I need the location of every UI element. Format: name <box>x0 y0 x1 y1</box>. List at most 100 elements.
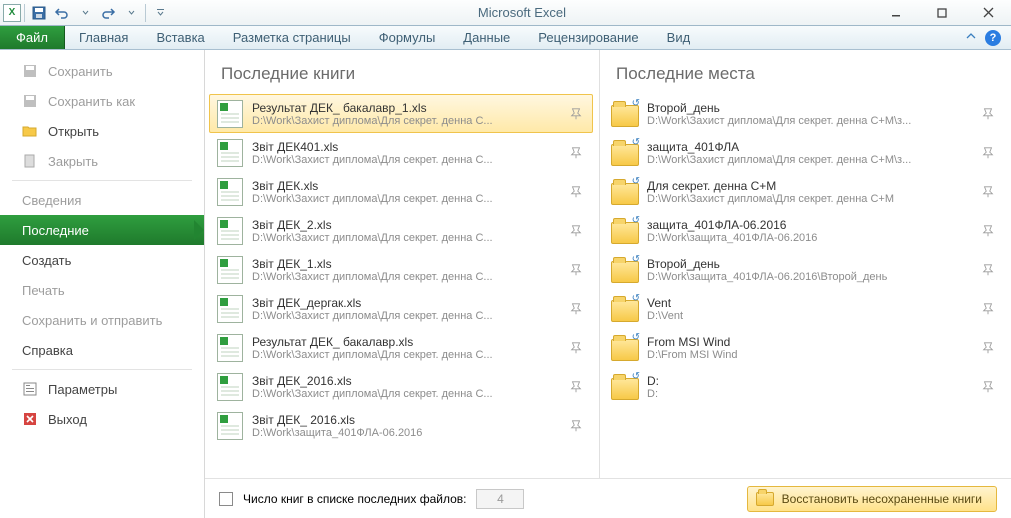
tab-file[interactable]: Файл <box>0 26 65 49</box>
maximize-button[interactable] <box>919 0 965 26</box>
pin-icon[interactable] <box>564 107 588 121</box>
pin-icon[interactable] <box>564 341 588 355</box>
ribbon-tabs: Файл Главная Вставка Разметка страницы Ф… <box>0 26 1011 50</box>
pin-icon[interactable] <box>976 185 1000 199</box>
recent-places-heading: Последние места <box>600 50 1011 94</box>
pin-icon[interactable] <box>976 107 1000 121</box>
place-name: защита_401ФЛА <box>647 140 976 154</box>
close-button[interactable] <box>965 0 1011 26</box>
file-name: Звіт ДЕК_дергак.xls <box>252 296 564 310</box>
pin-icon[interactable] <box>976 380 1000 394</box>
nav-info[interactable]: Сведения <box>0 185 204 215</box>
tab-page-layout[interactable]: Разметка страницы <box>219 26 365 49</box>
tab-formulas[interactable]: Формулы <box>365 26 450 49</box>
minimize-button[interactable] <box>873 0 919 26</box>
pin-icon[interactable] <box>564 263 588 277</box>
recent-books-list: Результат ДЕК_ бакалавр_1.xlsD:\Work\Зах… <box>205 94 599 478</box>
file-name: Звіт ДЕК.xls <box>252 179 564 193</box>
help-icon[interactable]: ? <box>985 30 1001 46</box>
place-path: D:\Work\Захист диплома\Для секрет. денна… <box>647 154 976 166</box>
redo-dropdown-icon[interactable] <box>120 2 142 24</box>
pin-icon[interactable] <box>564 380 588 394</box>
nav-label: Параметры <box>48 382 117 397</box>
recent-book-item[interactable]: Звіт ДЕК401.xlsD:\Work\Захист диплома\Дл… <box>209 133 593 172</box>
pin-icon[interactable] <box>564 302 588 316</box>
pin-icon[interactable] <box>976 146 1000 160</box>
save-as-icon <box>22 93 38 109</box>
open-folder-icon <box>22 123 38 139</box>
recent-place-item[interactable]: From MSI WindD:\From MSI Wind <box>604 328 1005 367</box>
restore-unsaved-button[interactable]: Восстановить несохраненные книги <box>747 486 997 512</box>
nav-options[interactable]: Параметры <box>0 374 204 404</box>
recent-book-item[interactable]: Результат ДЕК_ бакалавр.xlsD:\Work\Захис… <box>209 328 593 367</box>
recent-place-item[interactable]: Второй_деньD:\Work\Захист диплома\Для се… <box>604 94 1005 133</box>
recent-place-item[interactable]: VentD:\Vent <box>604 289 1005 328</box>
save-icon[interactable] <box>28 2 50 24</box>
pin-icon[interactable] <box>976 302 1000 316</box>
nav-new[interactable]: Создать <box>0 245 204 275</box>
recent-count-checkbox[interactable] <box>219 492 233 506</box>
recent-book-item[interactable]: Звіт ДЕК_1.xlsD:\Work\Захист диплома\Для… <box>209 250 593 289</box>
tab-review[interactable]: Рецензирование <box>524 26 652 49</box>
folder-icon <box>609 257 641 283</box>
save-disk-icon <box>22 63 38 79</box>
qat-customize-icon[interactable] <box>149 2 171 24</box>
nav-help[interactable]: Справка <box>0 335 204 365</box>
place-path: D: <box>647 388 976 400</box>
nav-exit[interactable]: Выход <box>0 404 204 434</box>
pin-icon[interactable] <box>976 341 1000 355</box>
folder-icon <box>609 335 641 361</box>
recent-book-item[interactable]: Звіт ДЕК.xlsD:\Work\Захист диплома\Для с… <box>209 172 593 211</box>
folder-icon <box>609 101 641 127</box>
pin-icon[interactable] <box>564 146 588 160</box>
nav-close[interactable]: Закрыть <box>0 146 204 176</box>
restore-label: Восстановить несохраненные книги <box>782 492 982 506</box>
undo-icon[interactable] <box>51 2 73 24</box>
recent-place-item[interactable]: Второй_деньD:\Work\защита_401ФЛА-06.2016… <box>604 250 1005 289</box>
tab-home[interactable]: Главная <box>65 26 142 49</box>
recent-count-label: Число книг в списке последних файлов: <box>243 492 466 506</box>
excel-logo-icon[interactable]: X <box>3 4 21 22</box>
nav-print[interactable]: Печать <box>0 275 204 305</box>
pin-icon[interactable] <box>564 224 588 238</box>
recent-book-item[interactable]: Звіт ДЕК_ 2016.xlsD:\Work\защита_401ФЛА-… <box>209 406 593 445</box>
undo-dropdown-icon[interactable] <box>74 2 96 24</box>
nav-open[interactable]: Открыть <box>0 116 204 146</box>
recent-place-item[interactable]: Для секрет. денна С+МD:\Work\Захист дипл… <box>604 172 1005 211</box>
nav-share[interactable]: Сохранить и отправить <box>0 305 204 335</box>
recent-book-item[interactable]: Звіт ДЕК_2.xlsD:\Work\Захист диплома\Для… <box>209 211 593 250</box>
nav-save-as[interactable]: Сохранить как <box>0 86 204 116</box>
place-name: Второй_день <box>647 101 976 115</box>
place-path: D:\Work\Захист диплома\Для секрет. денна… <box>647 193 976 205</box>
recent-place-item[interactable]: D:D: <box>604 367 1005 406</box>
pin-icon[interactable] <box>564 185 588 199</box>
recent-count-input[interactable]: 4 <box>476 489 524 509</box>
tab-data[interactable]: Данные <box>449 26 524 49</box>
place-path: D:\Vent <box>647 310 976 322</box>
redo-icon[interactable] <box>97 2 119 24</box>
window-controls <box>873 0 1011 26</box>
recent-place-item[interactable]: защита_401ФЛА-06.2016D:\Work\защита_401Ф… <box>604 211 1005 250</box>
ribbon-minimize-icon[interactable] <box>965 30 977 45</box>
nav-label: Открыть <box>48 124 99 139</box>
place-path: D:\Work\Захист диплома\Для секрет. денна… <box>647 115 976 127</box>
folder-icon <box>609 179 641 205</box>
nav-label: Печать <box>22 283 65 298</box>
pin-icon[interactable] <box>564 419 588 433</box>
recent-book-item[interactable]: Звіт ДЕК_дергак.xlsD:\Work\Захист диплом… <box>209 289 593 328</box>
recent-place-item[interactable]: защита_401ФЛАD:\Work\Захист диплома\Для … <box>604 133 1005 172</box>
nav-recent[interactable]: Последние <box>0 215 204 245</box>
pin-icon[interactable] <box>976 263 1000 277</box>
place-name: From MSI Wind <box>647 335 976 349</box>
recent-book-item[interactable]: Звіт ДЕК_2016.xlsD:\Work\Захист диплома\… <box>209 367 593 406</box>
pin-icon[interactable] <box>976 224 1000 238</box>
folder-icon <box>756 492 774 506</box>
excel-file-icon <box>214 217 246 245</box>
tab-insert[interactable]: Вставка <box>142 26 218 49</box>
tab-view[interactable]: Вид <box>653 26 705 49</box>
file-path: D:\Work\Захист диплома\Для секрет. денна… <box>252 271 564 283</box>
recent-bottom-bar: Число книг в списке последних файлов: 4 … <box>205 478 1011 518</box>
recent-book-item[interactable]: Результат ДЕК_ бакалавр_1.xlsD:\Work\Зах… <box>209 94 593 133</box>
place-name: Второй_день <box>647 257 976 271</box>
nav-save[interactable]: Сохранить <box>0 56 204 86</box>
